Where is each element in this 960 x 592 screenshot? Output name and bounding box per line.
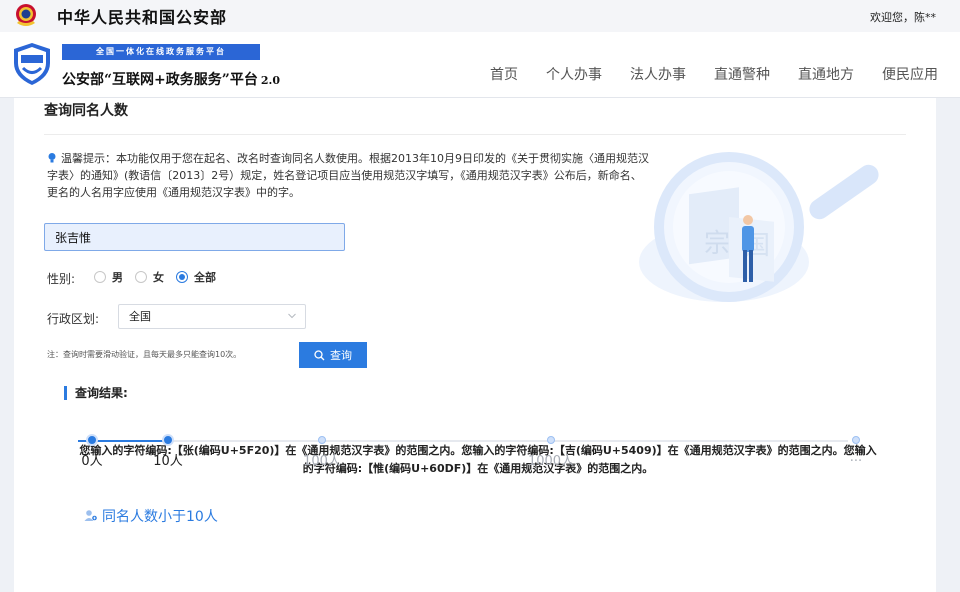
tip-text: 温馨提示：本功能仅用于您在起名、改名时查询同名人数使用。根据2013年10月9日…: [47, 150, 649, 201]
radio-checked-icon[interactable]: [176, 271, 188, 283]
scale-dot: [852, 436, 860, 444]
lightbulb-icon: [48, 153, 56, 163]
main-nav: 首页 个人办事 法人办事 直通警种 直通地方 便民应用: [490, 64, 938, 84]
shield-logo-icon[interactable]: [11, 41, 53, 87]
svg-text:宗: 宗: [704, 229, 730, 259]
scale-label: 100人: [303, 454, 341, 469]
nav-home[interactable]: 首页: [490, 64, 518, 84]
count-text: 同名人数小于10人: [102, 509, 218, 525]
gender-male-option[interactable]: 男: [94, 269, 123, 285]
region-value: 全国: [129, 310, 151, 323]
gender-female-label: 女: [153, 271, 164, 284]
results-text: 您输入的字符编码:【张(编码U+5F20)】在《通用规范汉字表》的范围之内。您输…: [79, 444, 877, 475]
scale-dot: [162, 434, 174, 446]
scale-dot: [547, 436, 555, 444]
region-select[interactable]: 全国: [118, 304, 306, 329]
page-title: 查询同名人数: [44, 103, 128, 119]
nav-corporate[interactable]: 法人办事: [630, 64, 686, 84]
count-row: 同名人数小于10人: [84, 506, 218, 526]
scale-label: 0人: [81, 454, 103, 469]
nav-personal[interactable]: 个人办事: [546, 64, 602, 84]
gender-male-label: 男: [112, 271, 123, 284]
nav-local[interactable]: 直通地方: [798, 64, 854, 84]
gender-all-option[interactable]: 全部: [176, 269, 216, 285]
scale-dot: [86, 434, 98, 446]
nav-convenience[interactable]: 便民应用: [882, 64, 938, 84]
results-inner: 查询结果: 您输入的字符编码:【张(编码U+5F20)】在《通用规范汉字表》的范…: [44, 372, 903, 586]
nav-police-types[interactable]: 直通警种: [714, 64, 770, 84]
query-note: 注：查询时需要滑动验证，且每天最多只能查询10次。: [47, 350, 242, 359]
scale-label: ...: [849, 450, 863, 465]
divider: [44, 134, 906, 135]
magnifier-illustration-icon: 宗 国: [639, 152, 879, 302]
name-input[interactable]: [44, 223, 345, 251]
search-icon: [314, 349, 325, 360]
radio-circle-icon[interactable]: [94, 271, 106, 283]
region-label: 行政区划:: [47, 312, 100, 326]
platform-tag: 全国一体化在线政务服务平台: [62, 44, 260, 60]
count-scale-track: [78, 440, 848, 442]
scale-dot: [318, 436, 326, 444]
site-header: 全国一体化在线政务服务平台 公安部“互联网+政务服务”平台 2.0 首页 个人办事…: [0, 32, 960, 98]
tip-content: 温馨提示：本功能仅用于您在起名、改名时查询同名人数使用。根据2013年10月9日…: [47, 152, 649, 199]
radio-circle-icon[interactable]: [135, 271, 147, 283]
people-icon: [84, 510, 97, 521]
platform-name[interactable]: 公安部“互联网+政务服务”平台 2.0: [62, 69, 280, 89]
gov-top-bar: 中华人民共和国公安部 欢迎您，陈**: [0, 0, 960, 32]
platform-version: 2.0: [260, 74, 280, 87]
gender-female-option[interactable]: 女: [135, 269, 164, 285]
results-panel: 查询结果: 您输入的字符编码:【张(编码U+5F20)】在《通用规范汉字表》的范…: [44, 372, 903, 586]
results-title: 查询结果:: [64, 386, 128, 400]
scale-label: 1000人: [527, 454, 575, 469]
police-emblem-icon: [16, 4, 36, 26]
welcome-user[interactable]: 欢迎您，陈**: [870, 9, 936, 25]
main-card: 查询同名人数 温馨提示：本功能仅用于您在起名、改名时查询同名人数使用。根据201…: [14, 98, 936, 592]
gov-title: 中华人民共和国公安部: [57, 8, 228, 27]
gender-label: 性别:: [47, 272, 76, 286]
chevron-down-icon: [288, 313, 296, 319]
scale-label: 10人: [153, 454, 183, 469]
platform-name-text: 公安部“互联网+政务服务”平台: [62, 72, 258, 88]
search-button[interactable]: 查询: [299, 342, 367, 368]
gender-all-label: 全部: [194, 271, 216, 284]
search-button-label: 查询: [330, 349, 352, 362]
gender-radio-group: 男 女 全部: [94, 269, 228, 285]
